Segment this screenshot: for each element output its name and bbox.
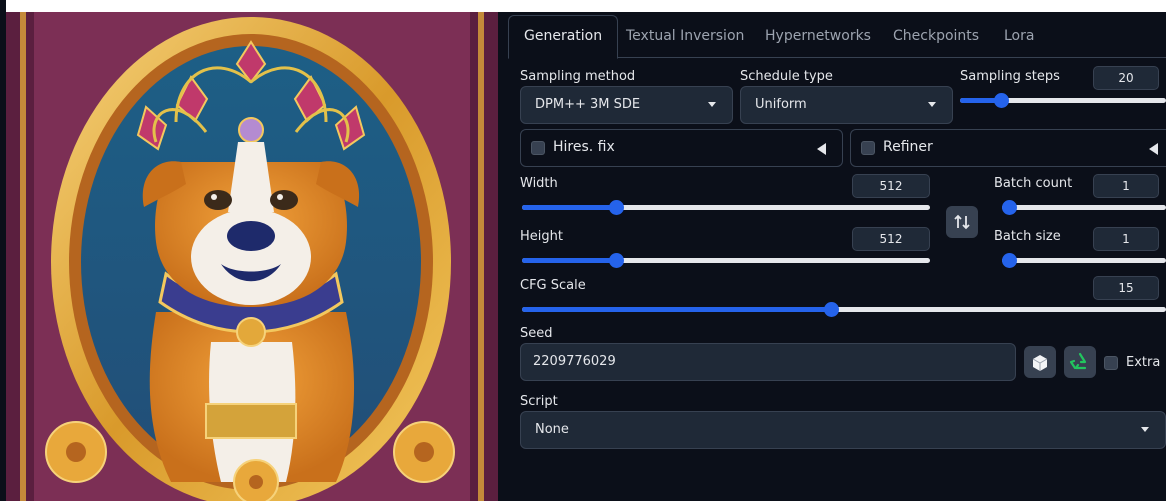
slider-thumb[interactable] [994, 93, 1010, 108]
sampling-steps-slider[interactable] [960, 91, 1166, 109]
tab-lora[interactable]: Lora [1004, 16, 1034, 56]
width-input[interactable]: 512 [852, 174, 930, 198]
script-select[interactable]: None [520, 411, 1166, 449]
tab-hypernetworks[interactable]: Hypernetworks [765, 16, 871, 56]
swap-dimensions-button[interactable] [946, 206, 978, 238]
top-strip [0, 0, 1166, 12]
generation-settings-panel: Generation Textual Inversion Hypernetwor… [508, 12, 1166, 501]
batch-count-slider[interactable] [1002, 198, 1166, 216]
slider-thumb[interactable] [1002, 253, 1017, 268]
chevron-down-icon [708, 102, 716, 107]
sampling-method-value: DPM++ 3M SDE [535, 97, 641, 112]
cfg-scale-input[interactable]: 15 [1093, 276, 1159, 300]
batch-count-input[interactable]: 1 [1093, 174, 1159, 198]
height-input[interactable]: 512 [852, 227, 930, 251]
schedule-type-label: Schedule type [740, 69, 833, 84]
cfg-scale-slider[interactable] [522, 300, 1166, 318]
extra-checkbox[interactable] [1104, 356, 1118, 370]
random-seed-button[interactable] [1024, 346, 1056, 378]
width-slider[interactable] [522, 198, 930, 216]
script-label: Script [520, 394, 558, 409]
cfg-scale-label: CFG Scale [520, 278, 586, 293]
height-label: Height [520, 229, 563, 244]
refiner-accordion[interactable]: Refiner [850, 129, 1166, 167]
dice-icon [1032, 355, 1048, 371]
schedule-type-select[interactable]: Uniform [740, 86, 953, 124]
slider-thumb[interactable] [608, 253, 624, 268]
batch-size-slider[interactable] [1002, 251, 1166, 269]
tab-textual-inversion[interactable]: Textual Inversion [626, 16, 744, 56]
hires-fix-checkbox[interactable] [531, 141, 545, 155]
chevron-down-icon [928, 102, 936, 107]
hires-fix-accordion[interactable]: Hires. fix [520, 129, 843, 167]
hires-fix-label: Hires. fix [553, 139, 615, 155]
refiner-label: Refiner [883, 139, 933, 155]
script-value: None [535, 422, 569, 437]
chevron-down-icon [1141, 427, 1149, 432]
generated-image[interactable] [6, 12, 498, 501]
sampling-method-label: Sampling method [520, 69, 636, 84]
seed-label: Seed [520, 326, 553, 341]
sampling-steps-label: Sampling steps [960, 69, 1060, 84]
batch-size-input[interactable]: 1 [1093, 227, 1159, 251]
sampling-method-select[interactable]: DPM++ 3M SDE [520, 86, 733, 124]
slider-thumb[interactable] [608, 200, 624, 215]
slider-thumb[interactable] [824, 302, 840, 317]
slider-thumb[interactable] [1002, 200, 1017, 215]
height-slider[interactable] [522, 251, 930, 269]
tab-checkpoints[interactable]: Checkpoints [893, 16, 979, 56]
swap-arrows-icon [954, 214, 970, 230]
refiner-checkbox[interactable] [861, 141, 875, 155]
extra-label: Extra [1126, 355, 1161, 370]
schedule-type-value: Uniform [755, 97, 807, 112]
tab-bar: Generation Textual Inversion Hypernetwor… [508, 12, 1166, 59]
collapse-triangle-icon[interactable] [1149, 143, 1158, 155]
collapse-triangle-icon[interactable] [817, 143, 826, 155]
left-edge [0, 0, 6, 501]
width-label: Width [520, 176, 558, 191]
batch-count-label: Batch count [994, 176, 1073, 191]
sampling-steps-input[interactable]: 20 [1093, 66, 1159, 90]
recycle-icon [1069, 352, 1087, 370]
reuse-seed-button[interactable] [1064, 346, 1096, 378]
bulldog-embroidery-image [6, 12, 498, 501]
tab-generation[interactable]: Generation [508, 15, 619, 59]
batch-size-label: Batch size [994, 229, 1061, 244]
seed-input[interactable]: 2209776029 [520, 343, 1016, 381]
